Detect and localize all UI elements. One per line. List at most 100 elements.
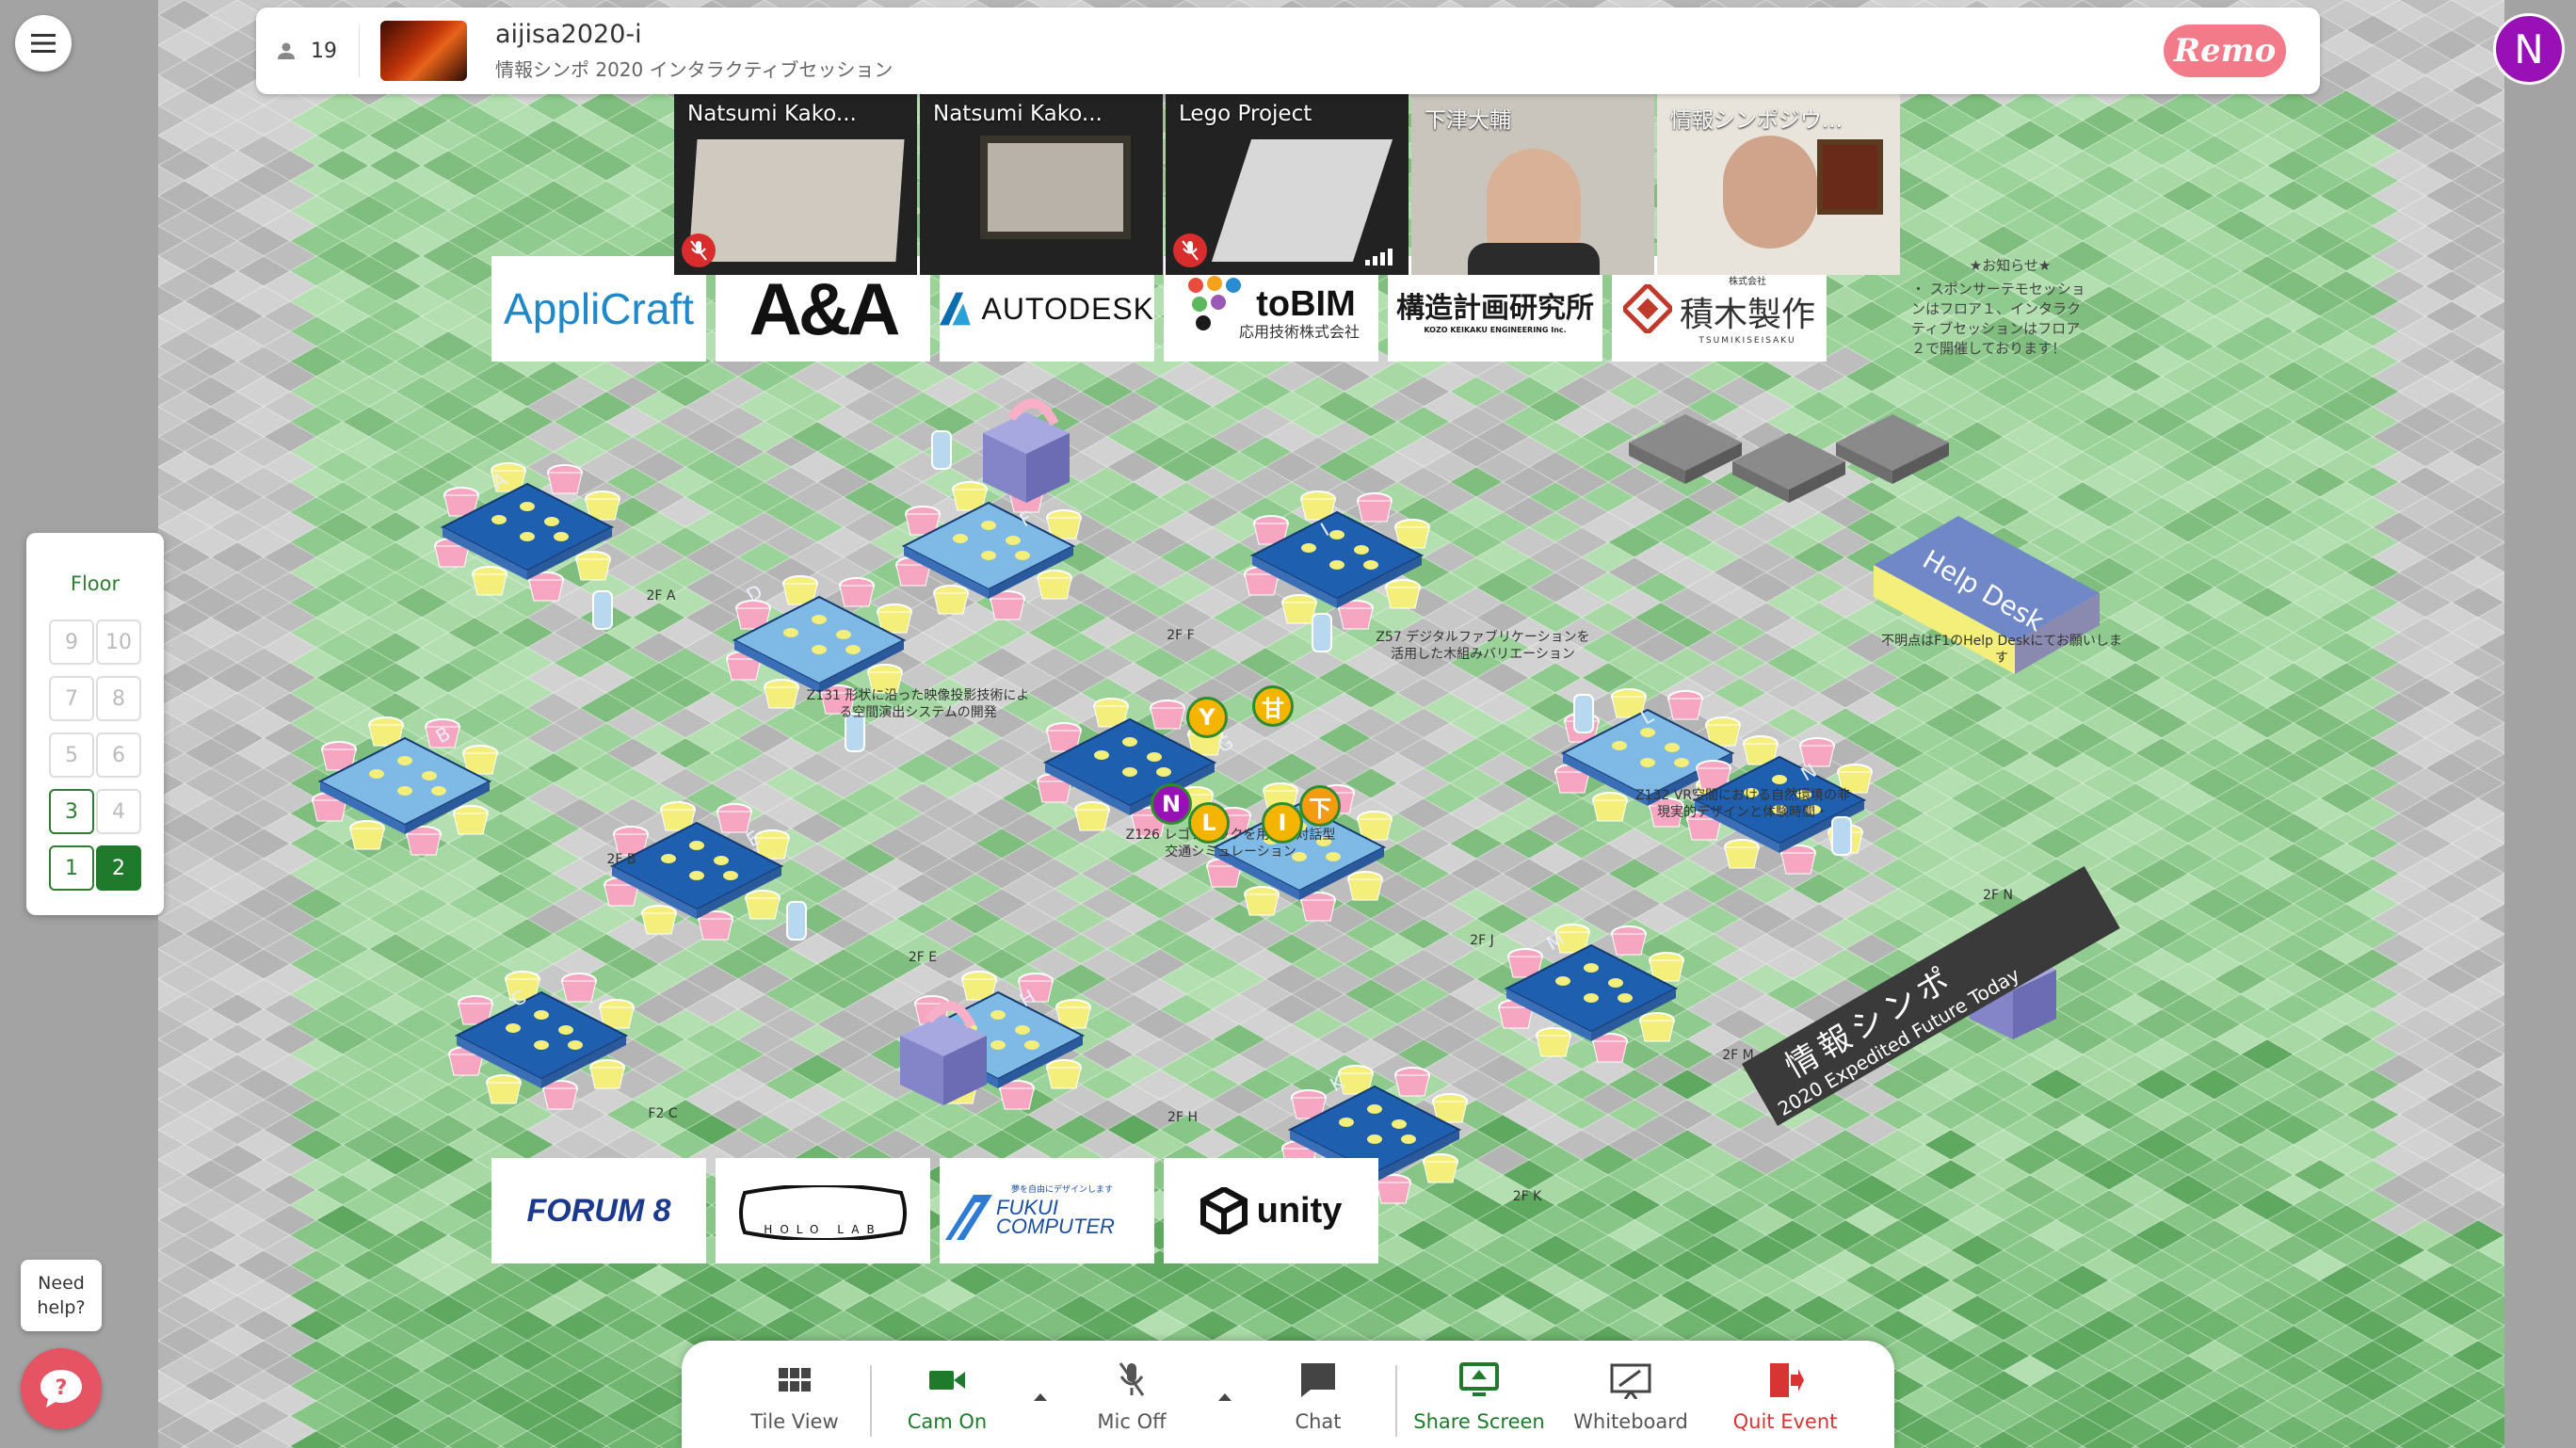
hamburger-icon bbox=[31, 34, 56, 53]
table-label-n: 2F N bbox=[1983, 888, 2013, 903]
table-desc-g: Z126 レゴブロックを用いた対話型交通シミュレーション bbox=[1125, 828, 1336, 860]
mic-options-caret[interactable] bbox=[1218, 1393, 1232, 1401]
video-feed bbox=[980, 136, 1131, 239]
person-icon bbox=[278, 42, 295, 59]
help-desk-note: 不明点はF1のHelp Deskにてお願いします bbox=[1881, 634, 2122, 666]
mic-off-button[interactable]: Mic Off bbox=[1085, 1358, 1179, 1444]
participant-pin[interactable]: Y bbox=[1186, 697, 1228, 738]
sponsor-label: A&A bbox=[749, 266, 901, 350]
sponsor-label: AUTODESK bbox=[981, 291, 1154, 326]
event-title: aijisa2020-i bbox=[495, 20, 642, 49]
floor-selector: Floor 9 10 7 8 5 6 3 4 1 2 bbox=[26, 533, 164, 915]
table-label-j: 2F J bbox=[1470, 933, 1494, 948]
sponsor-unity[interactable]: unity bbox=[1164, 1158, 1378, 1263]
participant-pin[interactable]: I bbox=[1262, 802, 1303, 844]
floor-button-9[interactable]: 9 bbox=[49, 619, 94, 665]
video-feed-body bbox=[1468, 243, 1600, 275]
mic-off-icon bbox=[1119, 1362, 1145, 1396]
floor-button-7[interactable]: 7 bbox=[49, 676, 94, 721]
video-feed bbox=[1211, 139, 1393, 262]
my-avatar[interactable]: N bbox=[2493, 13, 2565, 85]
video-feed bbox=[1723, 136, 1817, 249]
table-desc-l: Z132 VR空間における自然環境の非現実的デザインと体験時間・ bbox=[1634, 788, 1851, 820]
tsumiki-logo-icon bbox=[1622, 284, 1672, 333]
remo-logo: Remo bbox=[2164, 24, 2286, 77]
share-screen-label: Share Screen bbox=[1413, 1410, 1545, 1433]
quit-event-button[interactable]: Quit Event bbox=[1719, 1358, 1851, 1444]
video-feed bbox=[688, 139, 905, 262]
attendee-count-value: 19 bbox=[311, 39, 337, 63]
event-subtitle: 情報シンポ 2020 インタラクティブセッション bbox=[495, 58, 894, 81]
fukui-logo-icon bbox=[945, 1194, 992, 1240]
floor-button-6[interactable]: 6 bbox=[96, 732, 141, 778]
sponsor-tagline: 夢を自由にデザインします bbox=[1011, 1184, 1114, 1195]
participant-pin[interactable]: L bbox=[1188, 802, 1230, 844]
table-desc-d: Z131 形状に沿った映像投影技術による空間演出システムの開発 bbox=[806, 688, 1030, 720]
cam-on-label: Cam On bbox=[907, 1410, 988, 1433]
attendee-count[interactable]: 19 bbox=[256, 24, 360, 77]
share-screen-button[interactable]: Share Screen bbox=[1409, 1358, 1550, 1444]
table-label-c: F2 C bbox=[648, 1106, 678, 1121]
video-tile[interactable]: Natsumi Kako... bbox=[674, 92, 917, 275]
video-name: 下津大輔 bbox=[1425, 108, 1511, 133]
floor-button-1[interactable]: 1 bbox=[49, 845, 94, 891]
whiteboard-button[interactable]: Whiteboard bbox=[1565, 1358, 1697, 1444]
floor-button-5[interactable]: 5 bbox=[49, 732, 94, 778]
video-tile[interactable]: Lego Project bbox=[1166, 92, 1409, 275]
video-tile[interactable]: Natsumi Kako... bbox=[920, 92, 1163, 275]
sponsor-label: 構造計画研究所 bbox=[1396, 291, 1594, 325]
need-help-line: Need bbox=[38, 1273, 85, 1294]
toolbar-divider bbox=[1395, 1365, 1397, 1437]
floor-button-10[interactable]: 10 bbox=[96, 619, 141, 665]
event-thumbnail bbox=[380, 21, 467, 81]
whiteboard-label: Whiteboard bbox=[1573, 1410, 1688, 1433]
tile-view-label: Tile View bbox=[750, 1410, 839, 1433]
table-label-k: 2F K bbox=[1512, 1189, 1542, 1204]
autodesk-logo-icon bbox=[940, 292, 971, 326]
toolbar-divider bbox=[870, 1365, 872, 1437]
menu-button[interactable] bbox=[15, 15, 72, 72]
table-label-h: 2F H bbox=[1167, 1110, 1198, 1125]
quit-event-label: Quit Event bbox=[1732, 1410, 1838, 1433]
sponsor-label: FORUM 8 bbox=[526, 1192, 671, 1229]
help-button[interactable]: ? bbox=[21, 1348, 102, 1429]
signal-icon bbox=[1365, 249, 1393, 265]
chat-label: Chat bbox=[1295, 1410, 1342, 1433]
share-screen-icon bbox=[1459, 1362, 1499, 1396]
sponsor-hololab[interactable]: HOLO LAB bbox=[716, 1158, 930, 1263]
participant-pin[interactable]: N bbox=[1151, 783, 1192, 825]
floor-button-2[interactable]: 2 bbox=[96, 845, 141, 891]
mic-muted-icon bbox=[1173, 233, 1207, 267]
floor-button-3[interactable]: 3 bbox=[49, 789, 94, 834]
video-tile[interactable]: 下津大輔 bbox=[1411, 92, 1654, 275]
whiteboard-icon bbox=[1610, 1363, 1651, 1399]
video-name: Natsumi Kako... bbox=[933, 102, 1103, 126]
sponsor-forum8[interactable]: FORUM 8 bbox=[491, 1158, 706, 1263]
video-name: Natsumi Kako... bbox=[687, 102, 857, 126]
floor-button-4[interactable]: 4 bbox=[96, 789, 141, 834]
floor-button-8[interactable]: 8 bbox=[96, 676, 141, 721]
grid-icon bbox=[779, 1368, 811, 1392]
notice-title: ★お知らせ★ bbox=[1969, 257, 2052, 274]
chat-button[interactable]: Chat bbox=[1271, 1358, 1365, 1444]
mic-off-label: Mic Off bbox=[1097, 1410, 1167, 1433]
cam-options-caret[interactable] bbox=[1034, 1393, 1047, 1401]
participant-pin[interactable]: 甘 bbox=[1252, 685, 1294, 727]
sponsor-fukui[interactable]: 夢を自由にデザインします FUKUI COMPUTER bbox=[940, 1158, 1154, 1263]
mic-muted-icon bbox=[682, 233, 716, 267]
tile-view-button[interactable]: Tile View bbox=[748, 1358, 842, 1444]
unity-logo-icon bbox=[1199, 1187, 1248, 1234]
sponsor-label: unity bbox=[1256, 1190, 1343, 1231]
bottom-toolbar: Tile View Cam On Mic Off Chat Share Scre… bbox=[682, 1341, 1894, 1448]
sponsor-sub: KOZO KEIKAKU ENGINEERING Inc. bbox=[1424, 325, 1567, 334]
sponsor-label: AppliCraft bbox=[504, 284, 694, 333]
chat-help-icon: ? bbox=[40, 1370, 82, 1408]
floor-title: Floor bbox=[70, 572, 121, 595]
need-help-line: help? bbox=[37, 1297, 86, 1318]
video-tile[interactable]: 情報シンポジウ... bbox=[1657, 92, 1900, 275]
participant-pin[interactable]: 下 bbox=[1299, 785, 1341, 827]
right-gutter bbox=[2504, 0, 2576, 1448]
notice-board: ★お知らせ★ ・ スポンサーテモセッションはフロア１、インタラクティブセッション… bbox=[1911, 256, 2109, 359]
table-label-e: 2F E bbox=[908, 950, 938, 965]
cam-on-button[interactable]: Cam On bbox=[900, 1358, 994, 1444]
